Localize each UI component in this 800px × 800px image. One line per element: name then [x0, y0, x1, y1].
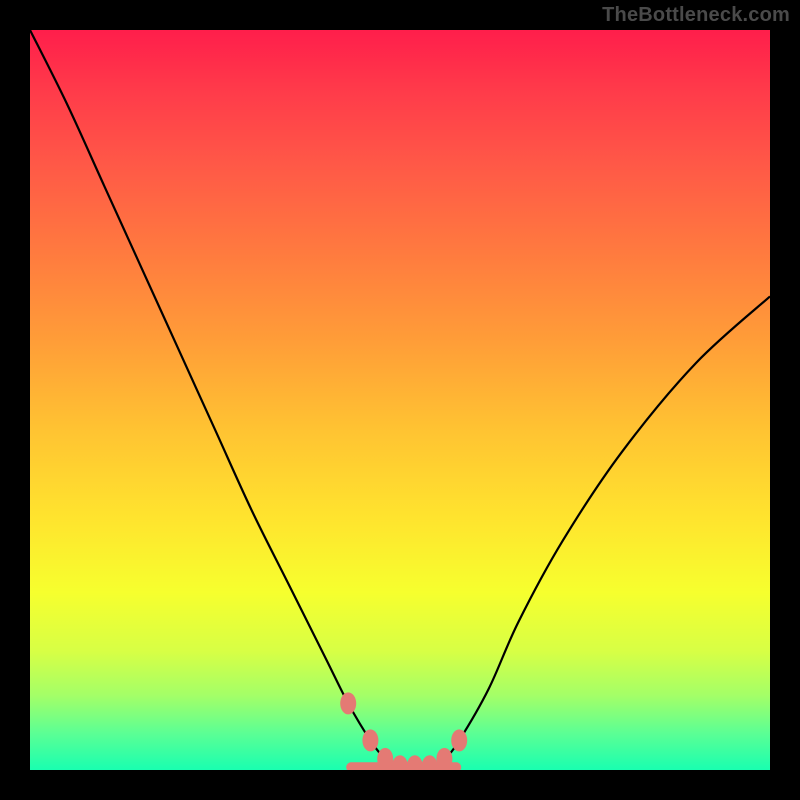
trough-bar [346, 762, 461, 770]
marker-bead [451, 729, 467, 751]
marker-bead [407, 755, 423, 770]
marker-bead [392, 755, 408, 770]
marker-bead [422, 755, 438, 770]
plot-area [30, 30, 770, 770]
watermark-text: TheBottleneck.com [602, 4, 790, 27]
marker-bead [377, 748, 393, 770]
chart-frame: TheBottleneck.com [0, 0, 800, 800]
marker-bead [340, 692, 356, 714]
marker-bead [362, 729, 378, 751]
marker-bead [436, 748, 452, 770]
bottom-markers-group [340, 692, 467, 770]
curve-svg [30, 30, 770, 770]
bottleneck-curve [30, 30, 770, 767]
